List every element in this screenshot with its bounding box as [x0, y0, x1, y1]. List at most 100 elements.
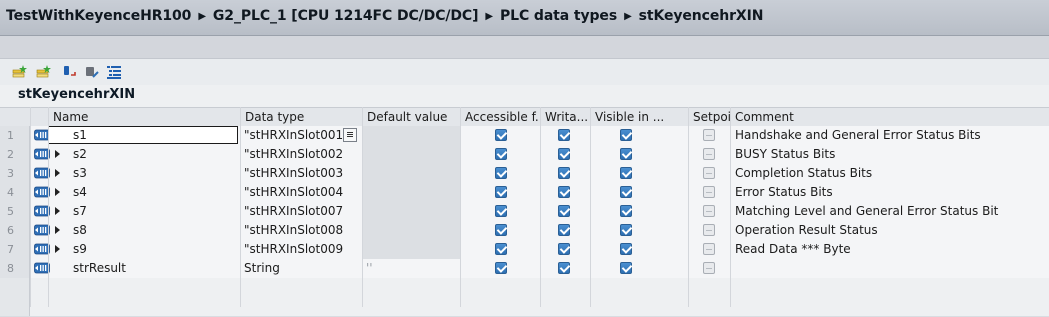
table-row[interactable]: 1 s1 "stHRXInSlot001" Handshake and General… [0, 126, 1049, 146]
visible-checkbox[interactable] [620, 243, 632, 255]
default-value-text[interactable] [366, 221, 456, 240]
setpoint-checkbox[interactable] [703, 224, 715, 236]
column-header-accessible[interactable]: Accessible f... [460, 108, 540, 126]
breadcrumb-separator-icon: ▶ [624, 11, 632, 22]
table-row[interactable]: 6 s8 "stHRXInSlot008" Operation Result Stat… [0, 221, 1049, 241]
table-row[interactable]: 4 s4 "stHRXInSlot004" Error Status Bits [0, 183, 1049, 203]
visible-checkbox[interactable] [620, 224, 632, 236]
writable-checkbox[interactable] [558, 186, 570, 198]
element-data-type[interactable]: "stHRXInSlot009" [244, 240, 344, 259]
expand-row-icon[interactable] [55, 169, 60, 177]
accessible-checkbox[interactable] [495, 224, 507, 236]
expand-row-icon[interactable] [55, 150, 60, 158]
expand-row-icon[interactable] [55, 188, 60, 196]
data-type-dropdown-button[interactable] [343, 128, 357, 142]
add-row-icon[interactable] [36, 64, 52, 80]
column-header-setpoint[interactable]: Setpoint [688, 108, 730, 126]
expand-row-icon[interactable] [55, 226, 60, 234]
element-comment[interactable]: Handshake and General Error Status Bits [735, 126, 1045, 145]
visible-checkbox[interactable] [620, 262, 632, 274]
default-value-text[interactable] [366, 202, 456, 221]
element-name[interactable]: s7 [73, 202, 233, 221]
accessible-checkbox[interactable] [495, 186, 507, 198]
visible-checkbox[interactable] [620, 148, 632, 160]
writable-checkbox[interactable] [558, 148, 570, 160]
accessible-checkbox[interactable] [495, 243, 507, 255]
breadcrumb-project[interactable]: TestWithKeyenceHR100 [6, 8, 191, 24]
column-header-name[interactable]: Name [48, 108, 240, 126]
element-comment[interactable]: Operation Result Status [735, 221, 1045, 240]
breadcrumb-folder[interactable]: PLC data types [500, 8, 617, 24]
table-row[interactable]: 8 strResult String '' [0, 259, 1049, 279]
expand-all-icon[interactable] [62, 64, 78, 80]
expand-row-icon[interactable] [55, 207, 60, 215]
breadcrumb: TestWithKeyenceHR100 ▶ G2_PLC_1 [CPU 1214F… [6, 8, 763, 24]
element-comment[interactable]: Matching Level and General Error Status … [735, 202, 1045, 221]
table-row[interactable]: 7 s9 "stHRXInSlot009" Read Data *** Byte [0, 240, 1049, 260]
writable-checkbox[interactable] [558, 224, 570, 236]
keep-expanded-icon[interactable] [106, 64, 122, 80]
column-header-writable[interactable]: Writa... [540, 108, 590, 126]
setpoint-checkbox[interactable] [703, 243, 715, 255]
element-name[interactable]: s8 [73, 221, 233, 240]
element-comment[interactable]: Completion Status Bits [735, 164, 1045, 183]
accessible-checkbox[interactable] [495, 129, 507, 141]
element-name[interactable]: s9 [73, 240, 233, 259]
setpoint-checkbox[interactable] [703, 129, 715, 141]
column-header-visible[interactable]: Visible in ... [590, 108, 688, 126]
writable-checkbox[interactable] [558, 243, 570, 255]
column-header-data-type[interactable]: Data type [240, 108, 362, 126]
element-comment[interactable]: Read Data *** Byte [735, 240, 1045, 259]
element-data-type[interactable]: "stHRXInSlot007" [244, 202, 344, 221]
breadcrumb-device[interactable]: G2_PLC_1 [CPU 1214FC DC/DC/DC] [213, 8, 479, 24]
writable-checkbox[interactable] [558, 167, 570, 179]
element-data-type[interactable]: "stHRXInSlot008" [244, 221, 344, 240]
element-comment[interactable]: BUSY Status Bits [735, 145, 1045, 164]
table-row[interactable]: 5 s7 "stHRXInSlot007" Matching Level and Ge… [0, 202, 1049, 222]
default-value-text[interactable] [366, 164, 456, 183]
element-name[interactable]: strResult [73, 259, 233, 278]
element-data-type[interactable]: "stHRXInSlot001" [244, 126, 344, 145]
setpoint-checkbox[interactable] [703, 262, 715, 274]
expand-row-icon[interactable] [55, 245, 60, 253]
default-value-text[interactable] [366, 145, 456, 164]
accessible-checkbox[interactable] [495, 167, 507, 179]
setpoint-checkbox[interactable] [703, 167, 715, 179]
element-data-type[interactable]: "stHRXInSlot004" [244, 183, 344, 202]
visible-checkbox[interactable] [620, 205, 632, 217]
visible-checkbox[interactable] [620, 186, 632, 198]
default-value-text[interactable] [366, 183, 456, 202]
element-name[interactable]: s4 [73, 183, 233, 202]
breadcrumb-current[interactable]: stKeyencehrXIN [639, 8, 764, 24]
element-name[interactable]: s1 [73, 126, 233, 145]
default-value-text[interactable]: '' [366, 259, 456, 278]
table-row[interactable]: 3 s3 "stHRXInSlot003" Completion Status Bit… [0, 164, 1049, 184]
setpoint-checkbox[interactable] [703, 148, 715, 160]
writable-checkbox[interactable] [558, 205, 570, 217]
writable-checkbox[interactable] [558, 129, 570, 141]
accessible-checkbox[interactable] [495, 262, 507, 274]
element-name[interactable]: s3 [73, 164, 233, 183]
element-data-type[interactable]: "stHRXInSlot002" [244, 145, 344, 164]
element-name[interactable]: s2 [73, 145, 233, 164]
column-header-comment[interactable]: Comment [730, 108, 1049, 126]
accessible-checkbox[interactable] [495, 205, 507, 217]
table-row[interactable]: 2 s2 "stHRXInSlot002" BUSY Status Bits [0, 145, 1049, 165]
setpoint-checkbox[interactable] [703, 186, 715, 198]
element-data-type[interactable]: String [244, 259, 344, 278]
row-number: 7 [0, 240, 30, 259]
insert-row-icon[interactable] [12, 64, 28, 80]
element-data-type[interactable]: "stHRXInSlot003" [244, 164, 344, 183]
editor-toolbar [0, 59, 1049, 85]
writable-checkbox[interactable] [558, 262, 570, 274]
element-comment[interactable] [735, 259, 1045, 278]
collapse-all-icon[interactable] [84, 64, 100, 80]
column-header-default-value[interactable]: Default value [362, 108, 460, 126]
visible-checkbox[interactable] [620, 167, 632, 179]
visible-checkbox[interactable] [620, 129, 632, 141]
element-comment[interactable]: Error Status Bits [735, 183, 1045, 202]
default-value-text[interactable] [366, 240, 456, 259]
default-value-text[interactable] [366, 126, 456, 145]
setpoint-checkbox[interactable] [703, 205, 715, 217]
accessible-checkbox[interactable] [495, 148, 507, 160]
